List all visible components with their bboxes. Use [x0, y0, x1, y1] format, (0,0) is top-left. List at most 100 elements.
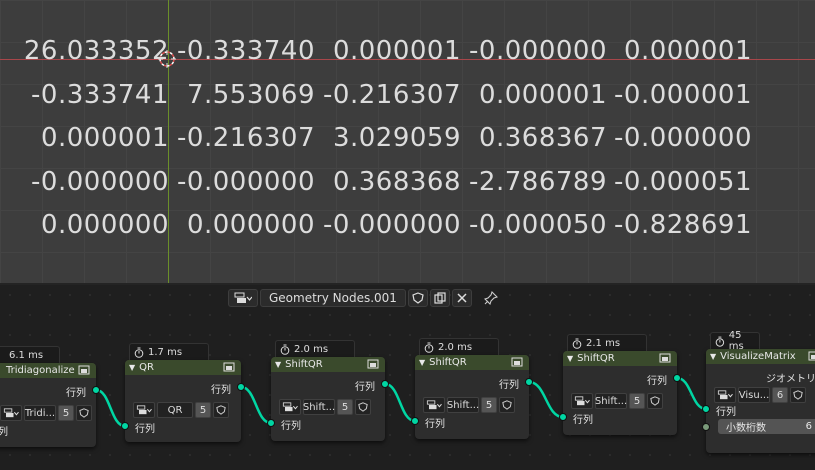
stopwatch-icon	[715, 336, 725, 347]
node-shiftqr[interactable]: ▼ ShiftQR 行列 Shift... 5 行列	[267, 357, 389, 441]
pin-button[interactable]	[480, 289, 502, 307]
node-title: ShiftQR	[285, 359, 323, 370]
matrix-cell: -0.216307	[323, 80, 461, 110]
group-node-icon	[367, 359, 379, 369]
node-visualizematrix[interactable]: ▼ VisualizeMatrix ジオメトリ Visu... 6 行列 小数桁数 6	[702, 349, 815, 453]
timing-label: 6.1 ms	[9, 349, 44, 361]
collapse-chevron-icon[interactable]: ▼	[567, 354, 573, 363]
input-socket[interactable]	[702, 423, 710, 431]
group-node-icon	[511, 357, 523, 367]
node-timing: 6.1 ms	[0, 346, 60, 363]
node-header[interactable]: Tridiagonalize	[0, 363, 96, 378]
fake-user-button[interactable]	[499, 397, 515, 413]
node-qr[interactable]: ▼ QR 行列 QR 5 行列	[121, 360, 245, 442]
output-label: 行列	[355, 382, 375, 393]
fake-user-button[interactable]	[213, 402, 229, 418]
browse-tree-button[interactable]	[279, 399, 301, 415]
shield-icon	[502, 400, 512, 410]
node-shiftqr[interactable]: ▼ ShiftQR 行列 Shift... 5 行列	[411, 355, 533, 439]
user-count: 5	[629, 393, 645, 409]
node-tridiagonalize[interactable]: Tridiagonalize 行列 Tridi...5 行列	[0, 363, 100, 447]
output-socket[interactable]	[237, 383, 245, 391]
node-header[interactable]: ▼ VisualizeMatrix	[706, 349, 815, 364]
node-link	[384, 382, 416, 423]
collapse-chevron-icon[interactable]: ▼	[275, 360, 281, 369]
browse-tree-button[interactable]	[571, 393, 593, 409]
fake-user-button[interactable]	[355, 399, 371, 415]
tree-name-field[interactable]: Shift...	[303, 399, 335, 415]
matrix-cell: -0.000051	[614, 167, 752, 197]
unlink-tree-button[interactable]	[451, 289, 472, 307]
tree-name-field[interactable]: Shift...	[447, 397, 479, 413]
shield-icon	[650, 396, 660, 406]
output-socket[interactable]	[673, 374, 681, 382]
duplicate-tree-button[interactable]	[429, 289, 450, 307]
group-selector[interactable]: Shift... 5	[423, 397, 515, 413]
tree-name-field[interactable]: QR	[157, 402, 193, 418]
tree-name-field[interactable]: Tridi...	[24, 405, 56, 421]
group-selector[interactable]: Tridi... 5	[0, 405, 92, 421]
node-links	[95, 376, 707, 428]
fake-user-button[interactable]	[407, 289, 428, 307]
matrix-cell: -0.828691	[614, 210, 752, 240]
node-shiftqr[interactable]: ▼ ShiftQR 行列 Shift... 5 行列	[559, 351, 681, 435]
node-tree-icon	[426, 400, 442, 410]
input-socket[interactable]	[121, 422, 129, 430]
node-tree-browse-button[interactable]	[228, 289, 258, 307]
group-selector[interactable]: Visu... 6	[714, 387, 806, 403]
matrix-cell: -0.000001	[614, 80, 752, 110]
node-editor[interactable]: Geometry Nodes.001 6.1 ms Tridiagonalize 行…	[0, 285, 815, 470]
node-header[interactable]: ▼ QR	[125, 360, 241, 375]
node-timing: 2.0 ms	[419, 338, 499, 355]
input-label: 行列	[0, 427, 8, 438]
node-tree-icon	[282, 402, 298, 412]
node-title: VisualizeMatrix	[720, 351, 796, 362]
output-socket[interactable]	[525, 378, 533, 386]
browse-tree-button[interactable]	[714, 387, 736, 403]
output-socket[interactable]	[92, 386, 100, 394]
browse-tree-button[interactable]	[0, 405, 22, 421]
group-selector[interactable]: Shift... 5	[571, 393, 663, 409]
node-tree-name-field[interactable]: Geometry Nodes.001	[260, 289, 406, 307]
input-socket[interactable]	[267, 419, 275, 427]
group-selector[interactable]: Shift... 5	[279, 399, 371, 415]
output-socket[interactable]	[381, 380, 389, 388]
browse-tree-button[interactable]	[423, 397, 445, 413]
browse-tree-button[interactable]	[133, 402, 155, 418]
node-title: Tridiagonalize	[6, 365, 75, 376]
collapse-chevron-icon[interactable]: ▼	[710, 352, 716, 361]
decimal-places-field[interactable]: 小数桁数 6	[718, 419, 815, 434]
fake-user-button[interactable]	[790, 387, 806, 403]
matrix-cell: -0.000000	[31, 167, 169, 197]
stopwatch-icon	[572, 338, 582, 349]
shield-icon	[412, 292, 424, 304]
input-socket[interactable]	[411, 417, 419, 425]
tree-name-field[interactable]: Shift...	[595, 393, 627, 409]
field-value: 6	[805, 421, 812, 432]
matrix-cell: 0.000000	[186, 210, 315, 240]
fake-user-button[interactable]	[76, 405, 92, 421]
fake-user-button[interactable]	[647, 393, 663, 409]
3d-viewport[interactable]: 26.033352 -0.333740 0.000001 -0.000000 0.000…	[0, 0, 815, 283]
output-label: 行列	[647, 376, 667, 387]
node-timing: 2.0 ms	[275, 340, 355, 357]
node-link	[95, 388, 126, 428]
input-socket[interactable]	[702, 405, 710, 413]
input-label: 行列	[573, 415, 593, 426]
input-socket[interactable]	[559, 413, 567, 421]
output-label: 行列	[66, 388, 86, 399]
node-title: QR	[139, 362, 154, 373]
node-tree-header: Geometry Nodes.001	[228, 288, 502, 308]
matrix-cell: -0.000000	[614, 123, 752, 153]
group-selector[interactable]: QR 5	[133, 402, 229, 418]
collapse-chevron-icon[interactable]: ▼	[419, 358, 425, 367]
input-label: 行列	[716, 407, 736, 418]
tree-name-field[interactable]: Visu...	[738, 387, 770, 403]
node-tree-icon	[234, 292, 252, 303]
node-header[interactable]: ▼ ShiftQR	[563, 351, 677, 366]
node-header[interactable]: ▼ ShiftQR	[415, 355, 529, 370]
node-header[interactable]: ▼ ShiftQR	[271, 357, 385, 372]
collapse-chevron-icon[interactable]: ▼	[129, 363, 135, 372]
input-label: 行列	[135, 424, 155, 435]
stopwatch-icon	[134, 347, 144, 358]
